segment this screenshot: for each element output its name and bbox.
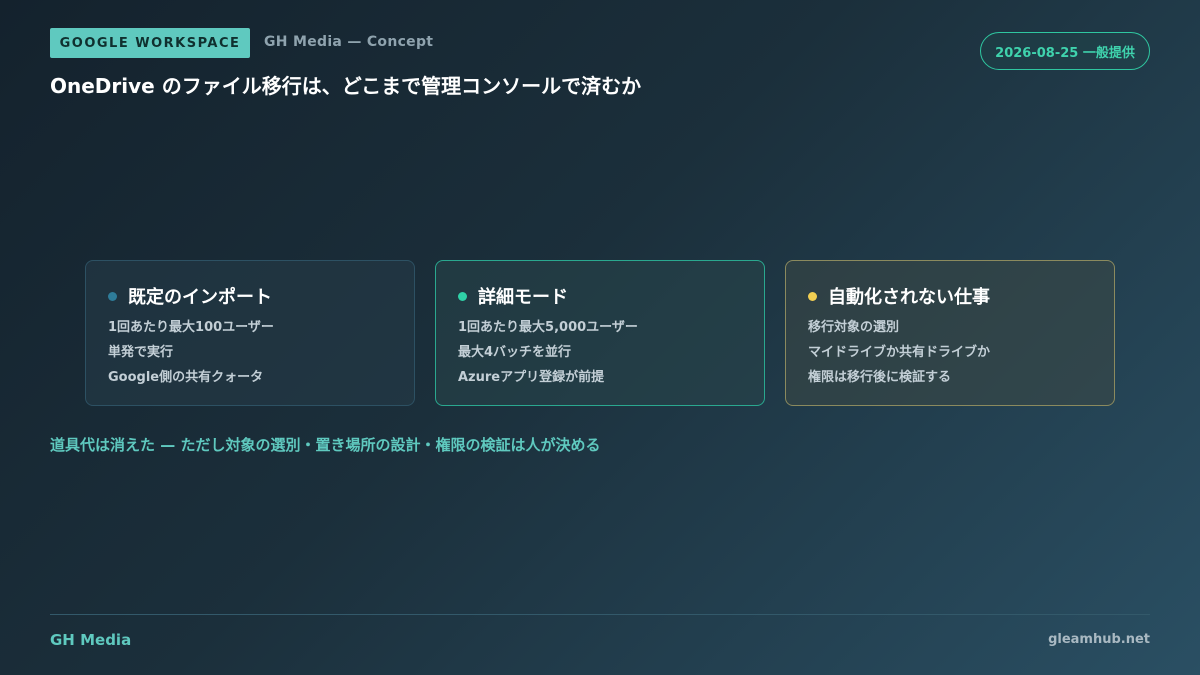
bullet-dot-icon: [108, 291, 117, 301]
page-title: OneDrive のファイル移行は、どこまで管理コンソールで済むか: [50, 74, 642, 98]
card-line: 1回あたり最大100ユーザー: [108, 320, 274, 335]
card-title: 詳細モード: [478, 287, 568, 308]
category-tag: GOOGLE WORKSPACE: [50, 28, 250, 58]
card-line: 移行対象の選別: [808, 320, 900, 335]
card-title: 既定のインポート: [128, 287, 272, 308]
footer-site-link[interactable]: gleamhub.net: [1048, 632, 1150, 647]
card-line: 単発で実行: [108, 345, 174, 360]
summary-text: 道具代は消えた — ただし対象の選別・置き場所の設計・権限の検証は人が決める: [50, 436, 601, 454]
release-date-badge: 2026-08-25 一般提供: [980, 32, 1150, 70]
card-advanced-mode: 詳細モード 1回あたり最大5,000ユーザー 最大4バッチを並行 Azureアプ…: [435, 260, 765, 406]
footer-brand: GH Media: [50, 631, 132, 649]
card-line: 最大4バッチを並行: [458, 345, 572, 360]
card-default-import: 既定のインポート 1回あたり最大100ユーザー 単発で実行 Google側の共有…: [85, 260, 415, 406]
card-title: 自動化されない仕事: [828, 287, 990, 308]
bullet-dot-icon: [458, 291, 467, 301]
bullet-dot-icon: [808, 291, 817, 301]
card-line: Google側の共有クォータ: [108, 370, 264, 385]
card-line: 権限は移行後に検証する: [808, 370, 952, 385]
footer-divider: [50, 614, 1150, 615]
card-line: Azureアプリ登録が前提: [458, 370, 605, 385]
card-line: マイドライブか共有ドライブか: [808, 345, 991, 360]
card-manual-work: 自動化されない仕事 移行対象の選別 マイドライブか共有ドライブか 権限は移行後に…: [785, 260, 1115, 406]
card-line: 1回あたり最大5,000ユーザー: [458, 320, 638, 335]
brand-concept-label: GH Media — Concept: [264, 34, 434, 50]
